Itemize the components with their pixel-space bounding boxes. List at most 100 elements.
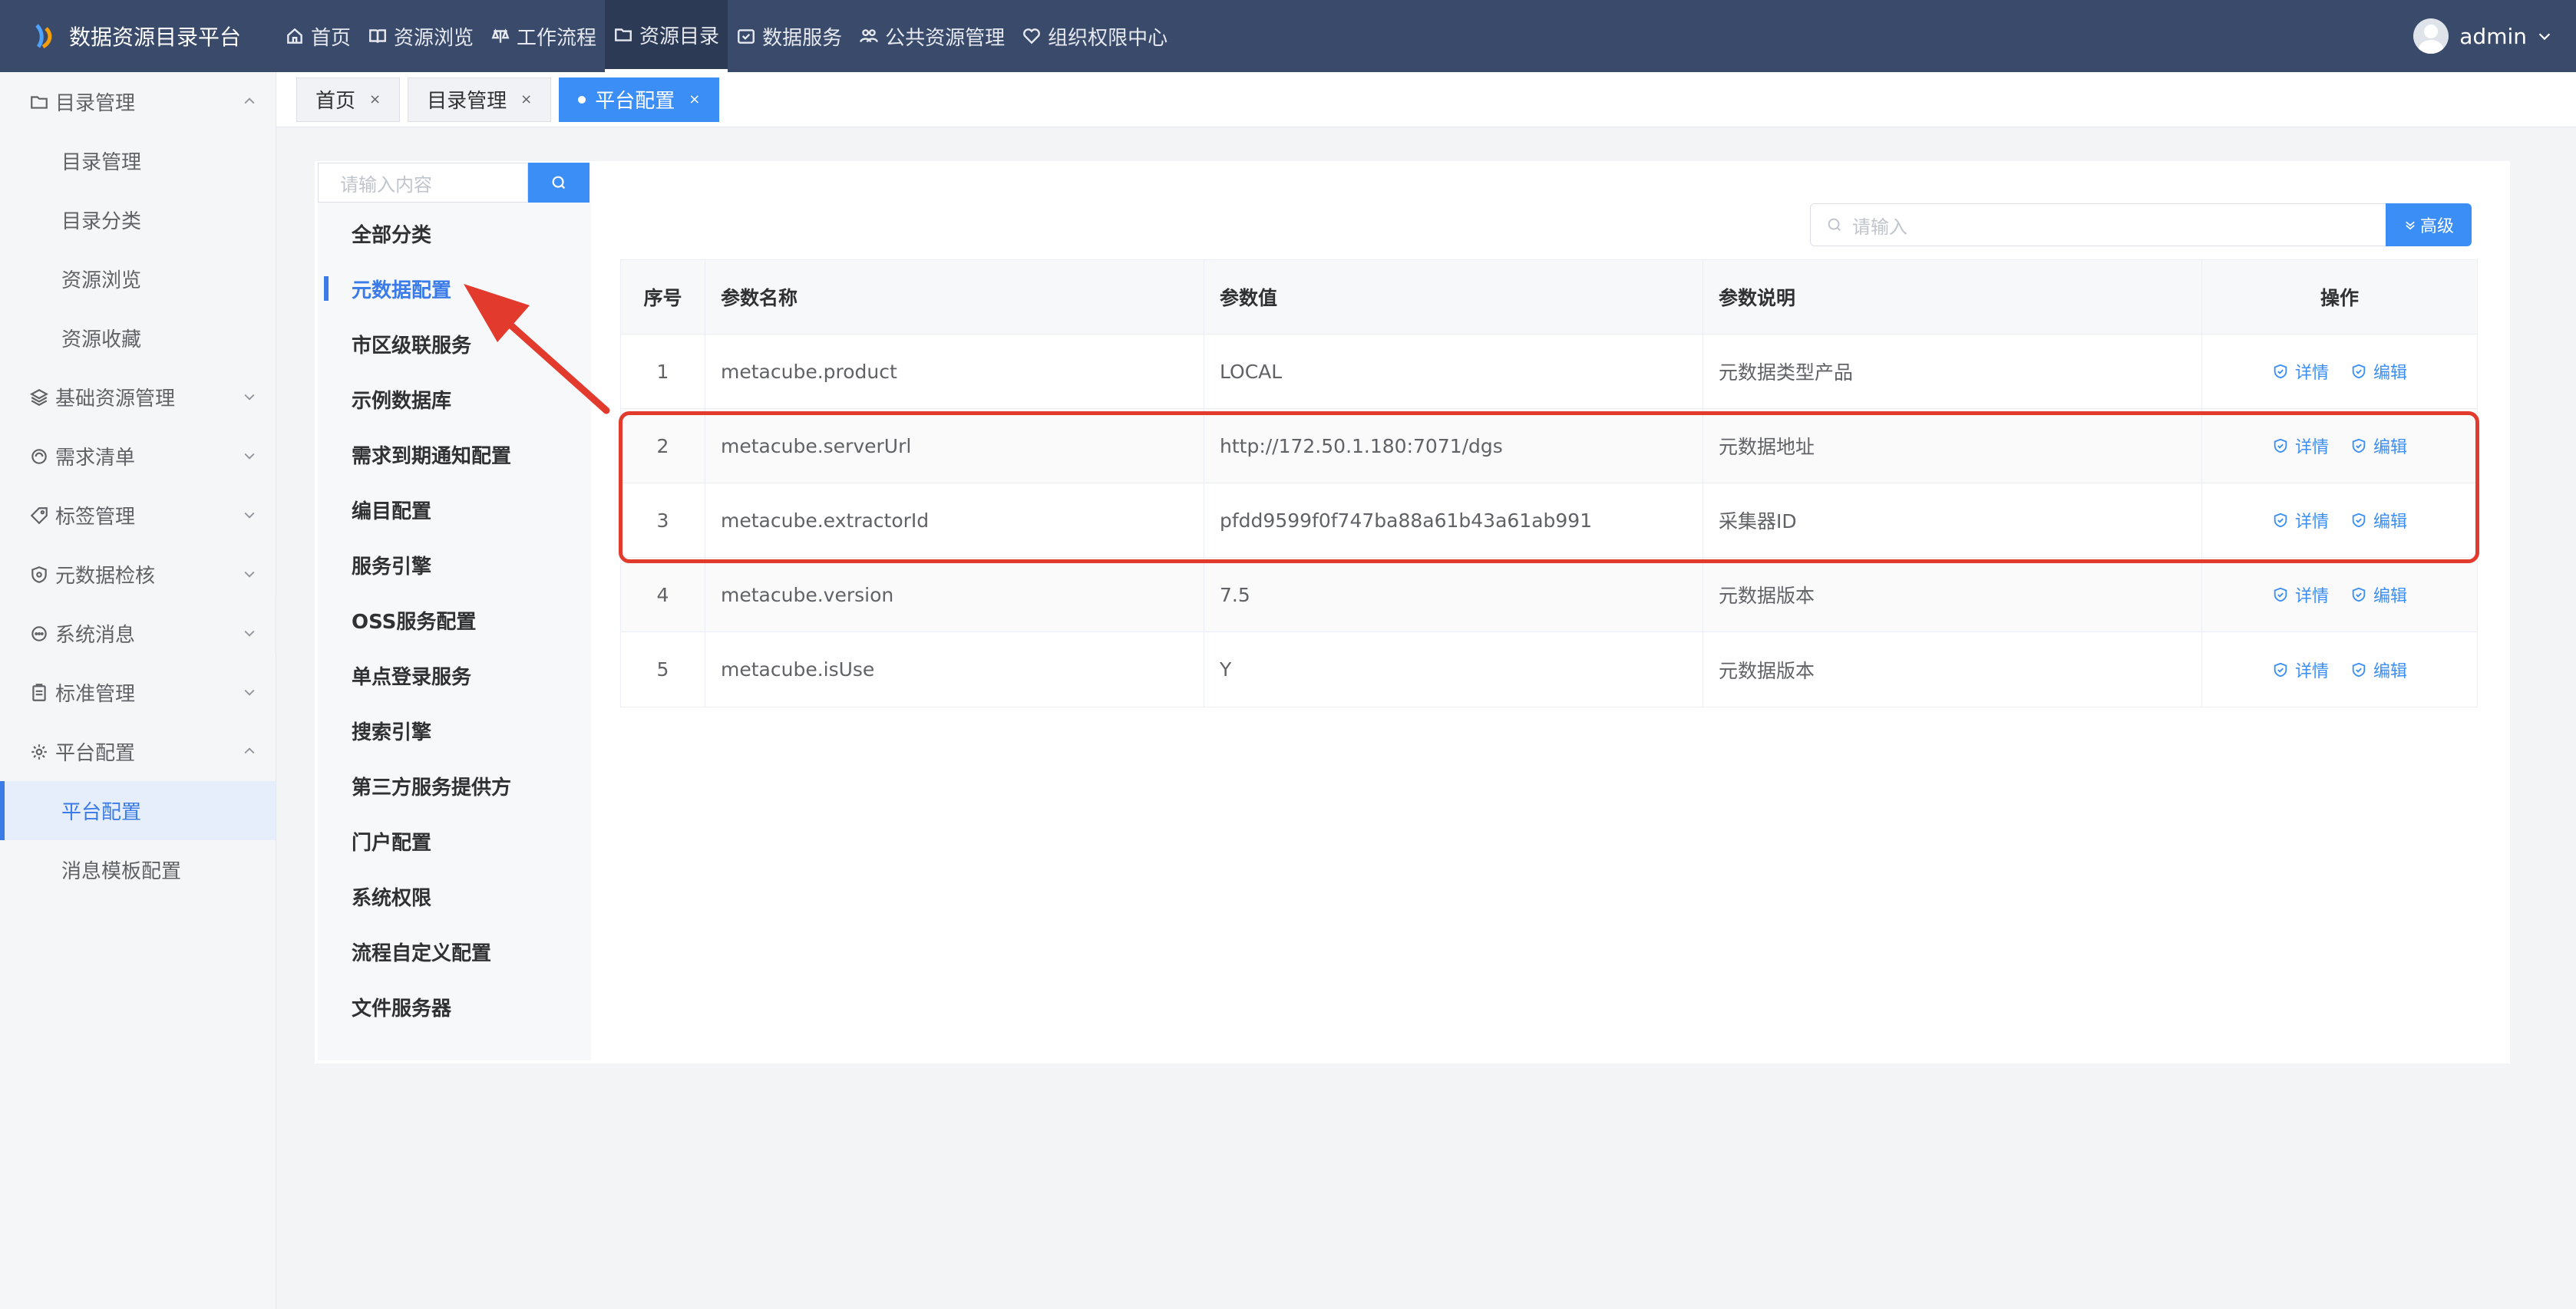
- close-icon[interactable]: ×: [689, 91, 700, 107]
- category-item[interactable]: 全部分类: [318, 206, 591, 261]
- sidebar-group-base-resource[interactable]: 基础资源管理: [0, 368, 276, 427]
- shield-check-icon: [2274, 587, 2287, 602]
- category-item-active[interactable]: 元数据配置: [318, 261, 591, 316]
- shield-check-icon: [2352, 662, 2366, 677]
- category-item[interactable]: 市区级联服务: [318, 316, 591, 371]
- nav-resource-browse[interactable]: 资源浏览: [359, 0, 482, 72]
- sidebar-group-requirements[interactable]: 需求清单: [0, 427, 276, 486]
- sidebar-item-resource-browse[interactable]: 资源浏览: [0, 249, 276, 308]
- app-title: 数据资源目录平台: [69, 25, 242, 50]
- nav-home[interactable]: 首页: [276, 0, 359, 72]
- table-header-row: 序号 参数名称 参数值 参数说明 操作: [621, 260, 2477, 335]
- close-icon[interactable]: ×: [369, 91, 381, 107]
- nav-org-permission[interactable]: 组织权限中心: [1013, 0, 1176, 72]
- tab-label: 目录管理: [427, 90, 507, 113]
- sidebar-group-label: 基础资源管理: [55, 387, 176, 411]
- row-actions: 详情 编辑: [2202, 632, 2477, 707]
- gear-icon: [31, 744, 47, 760]
- nav-workflow[interactable]: 工作流程: [482, 0, 605, 72]
- category-item[interactable]: 文件服务器: [318, 979, 591, 1034]
- nav-data-service-label: 数据服务: [762, 26, 843, 50]
- sidebar-item-label: 资源收藏: [61, 328, 142, 351]
- active-dot-icon: [578, 95, 586, 104]
- sidebar-group-standards[interactable]: 标准管理: [0, 663, 276, 722]
- sidebar-item-label: 目录管理: [61, 151, 142, 174]
- category-item[interactable]: 流程自定义配置: [318, 924, 591, 979]
- category-item[interactable]: 系统权限: [318, 869, 591, 924]
- edit-button[interactable]: 编辑: [2350, 359, 2407, 384]
- shield-check-icon: [2274, 662, 2287, 677]
- sidebar-item-label: 平台配置: [61, 801, 142, 824]
- advanced-button-label: 高级: [2419, 217, 2454, 236]
- category-item[interactable]: 搜索引擎: [318, 703, 591, 758]
- sidebar-item-message-template[interactable]: 消息模板配置: [0, 840, 276, 899]
- table-row[interactable]: 5 metacube.isUse Y 元数据版本 详情 编辑: [621, 632, 2477, 707]
- sidebar-item-label: 消息模板配置: [61, 860, 182, 883]
- folder-icon: [31, 95, 48, 109]
- row-param-desc: 元数据类型产品: [1703, 335, 2202, 408]
- tag-icon: [30, 506, 48, 524]
- sidebar-item-catalog-manage[interactable]: 目录管理: [0, 131, 276, 190]
- tab-platform-config[interactable]: 平台配置 ×: [559, 77, 720, 122]
- advanced-button[interactable]: 高级: [2386, 203, 2472, 246]
- category-item[interactable]: 需求到期通知配置: [318, 427, 591, 482]
- user-menu[interactable]: admin: [2413, 0, 2553, 72]
- table-row[interactable]: 1 metacube.product LOCAL 元数据类型产品 详情 编辑: [621, 335, 2477, 409]
- nav-resource-catalog[interactable]: 资源目录: [605, 0, 728, 72]
- sidebar-group-system-message[interactable]: 系统消息: [0, 604, 276, 663]
- category-search: 请输入内容: [318, 163, 590, 203]
- table-search-input[interactable]: 请输入: [1810, 203, 2387, 246]
- row-param-desc: 元数据版本: [1703, 558, 2202, 631]
- category-item[interactable]: 服务引擎: [318, 537, 591, 592]
- sidebar-group-label: 标准管理: [55, 683, 136, 706]
- brand[interactable]: 数据资源目录平台: [0, 21, 276, 51]
- category-item[interactable]: 单点登录服务: [318, 648, 591, 703]
- chevron-up-icon: [244, 97, 255, 104]
- category-item[interactable]: OSS服务配置: [318, 592, 591, 648]
- sidebar-item-resource-favorite[interactable]: 资源收藏: [0, 308, 276, 368]
- table-header-cell: 参数值: [1204, 260, 1703, 334]
- table-row[interactable]: 4 metacube.version 7.5 元数据版本 详情 编辑: [621, 558, 2477, 632]
- sidebar-group-label: 系统消息: [55, 624, 136, 647]
- category-item-label: 流程自定义配置: [352, 941, 492, 965]
- home-icon: [287, 28, 302, 44]
- category-item[interactable]: 第三方服务提供方: [318, 758, 591, 813]
- folder-icon: [615, 28, 632, 41]
- sidebar-item-label: 目录分类: [61, 210, 142, 233]
- tab-home[interactable]: 首页 ×: [296, 77, 401, 122]
- sidebar-group-tags[interactable]: 标签管理: [0, 486, 276, 545]
- edit-button[interactable]: 编辑: [2350, 582, 2407, 607]
- nav-data-service[interactable]: 数据服务: [728, 0, 850, 72]
- chevron-down-icon: [244, 453, 255, 460]
- flow-icon: [491, 28, 510, 43]
- user-name: admin: [2459, 23, 2527, 49]
- nav-public-resource-label: 公共资源管理: [885, 26, 1006, 50]
- chevron-down-icon: [244, 630, 255, 637]
- detail-button[interactable]: 详情: [2272, 582, 2329, 607]
- chevron-down-icon: [244, 394, 255, 401]
- detail-button[interactable]: 详情: [2272, 359, 2329, 384]
- detail-button[interactable]: 详情: [2272, 658, 2329, 682]
- table-search-placeholder: 请输入: [1852, 216, 1907, 238]
- clipboard-icon: [32, 683, 46, 701]
- sidebar-group-platform-config[interactable]: 平台配置: [0, 722, 276, 781]
- sidebar-group-label: 平台配置: [55, 742, 136, 765]
- tab-catalog-manage[interactable]: 目录管理 ×: [408, 77, 552, 122]
- category-item[interactable]: 示例数据库: [318, 371, 591, 427]
- table-header-cell: 操作: [2320, 287, 2359, 309]
- sidebar-item-platform-config[interactable]: 平台配置: [0, 781, 276, 840]
- row-param-value: LOCAL: [1204, 335, 1703, 408]
- category-item[interactable]: 编目配置: [318, 482, 591, 537]
- edit-button[interactable]: 编辑: [2350, 658, 2407, 682]
- category-item-label: OSS服务配置: [352, 610, 477, 634]
- sidebar-group-metadata-check[interactable]: 元数据检核: [0, 545, 276, 604]
- nav-public-resource[interactable]: 公共资源管理: [850, 0, 1013, 72]
- row-param-desc: 元数据版本: [1703, 632, 2202, 707]
- sidebar-group-catalog[interactable]: 目录管理: [0, 72, 276, 131]
- sidebar-item-catalog-category[interactable]: 目录分类: [0, 190, 276, 249]
- category-search-button[interactable]: [528, 163, 590, 203]
- category-item[interactable]: 门户配置: [318, 813, 591, 869]
- category-search-input[interactable]: 请输入内容: [318, 163, 528, 203]
- close-icon[interactable]: ×: [520, 91, 532, 107]
- category-item-label: 搜索引擎: [352, 720, 432, 744]
